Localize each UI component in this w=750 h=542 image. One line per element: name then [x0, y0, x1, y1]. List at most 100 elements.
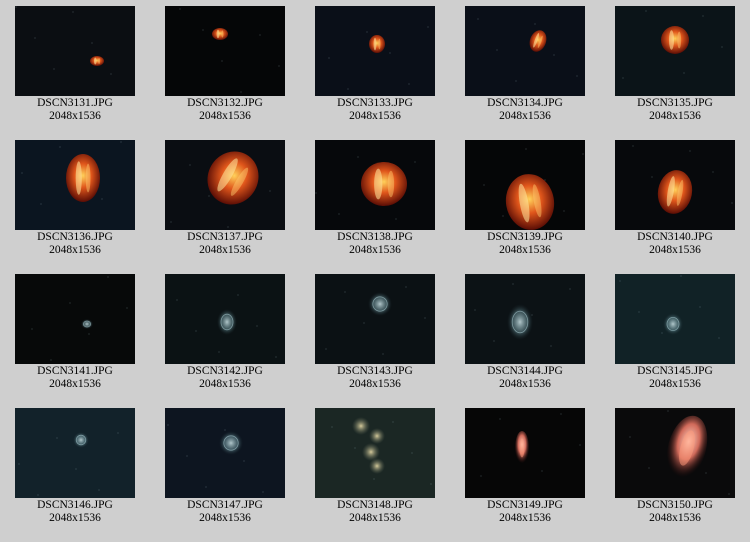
thumbnail-caption: DSCN3134.JPG 2048x1536	[450, 97, 600, 123]
thumbnail-caption: DSCN3135.JPG 2048x1536	[600, 97, 750, 123]
photo-thumbnail	[15, 274, 135, 364]
thumbnail-image-link[interactable]	[315, 274, 435, 364]
thumbnail-filename: DSCN3138.JPG	[337, 231, 413, 243]
photo-thumbnail	[615, 140, 735, 230]
photo-thumbnail	[165, 140, 285, 230]
thumbnail-item: DSCN3137.JPG 2048x1536	[150, 134, 300, 268]
thumbnail-image-link[interactable]	[165, 140, 285, 230]
thumbnail-filename: DSCN3139.JPG	[487, 231, 563, 243]
thumbnail-item: DSCN3138.JPG 2048x1536	[300, 134, 450, 268]
thumbnail-dimensions: 2048x1536	[349, 378, 401, 390]
thumbnail-gallery: DSCN3131.JPG 2048x1536 DSCN3132.JPG 2048x1…	[0, 0, 750, 542]
thumbnail-dimensions: 2048x1536	[649, 512, 701, 524]
thumbnail-filename: DSCN3132.JPG	[187, 97, 263, 109]
thumbnail-caption: DSCN3150.JPG 2048x1536	[600, 499, 750, 525]
thumbnail-image-link[interactable]	[615, 140, 735, 230]
thumbnail-item: DSCN3133.JPG 2048x1536	[300, 0, 450, 134]
thumbnail-image-link[interactable]	[15, 408, 135, 498]
thumbnail-image-link[interactable]	[165, 6, 285, 96]
thumbnail-item: DSCN3148.JPG 2048x1536	[300, 402, 450, 536]
thumbnail-caption: DSCN3148.JPG 2048x1536	[300, 499, 450, 525]
photo-thumbnail	[165, 6, 285, 96]
thumbnail-item: DSCN3140.JPG 2048x1536	[600, 134, 750, 268]
photo-thumbnail	[315, 6, 435, 96]
thumbnail-filename: DSCN3147.JPG	[187, 499, 263, 511]
thumbnail-caption: DSCN3138.JPG 2048x1536	[300, 231, 450, 257]
thumbnail-dimensions: 2048x1536	[49, 244, 101, 256]
thumbnail-caption: DSCN3140.JPG 2048x1536	[600, 231, 750, 257]
photo-thumbnail	[165, 274, 285, 364]
thumbnail-item: DSCN3136.JPG 2048x1536	[0, 134, 150, 268]
photo-thumbnail	[615, 6, 735, 96]
thumbnail-dimensions: 2048x1536	[349, 512, 401, 524]
photo-thumbnail	[15, 140, 135, 230]
thumbnail-caption: DSCN3142.JPG 2048x1536	[150, 365, 300, 391]
photo-thumbnail	[465, 140, 585, 230]
thumbnail-filename: DSCN3135.JPG	[637, 97, 713, 109]
thumbnail-dimensions: 2048x1536	[649, 110, 701, 122]
photo-thumbnail	[15, 6, 135, 96]
thumbnail-image-link[interactable]	[315, 140, 435, 230]
thumbnail-dimensions: 2048x1536	[649, 244, 701, 256]
thumbnail-caption: DSCN3147.JPG 2048x1536	[150, 499, 300, 525]
thumbnail-image-link[interactable]	[615, 6, 735, 96]
thumbnail-dimensions: 2048x1536	[499, 110, 551, 122]
thumbnail-item: DSCN3150.JPG 2048x1536	[600, 402, 750, 536]
thumbnail-caption: DSCN3143.JPG 2048x1536	[300, 365, 450, 391]
thumbnail-filename: DSCN3145.JPG	[637, 365, 713, 377]
thumbnail-dimensions: 2048x1536	[49, 512, 101, 524]
thumbnail-image-link[interactable]	[315, 6, 435, 96]
thumbnail-image-link[interactable]	[165, 274, 285, 364]
thumbnail-image-link[interactable]	[15, 6, 135, 96]
thumbnail-filename: DSCN3142.JPG	[187, 365, 263, 377]
thumbnail-item: DSCN3142.JPG 2048x1536	[150, 268, 300, 402]
thumbnail-filename: DSCN3134.JPG	[487, 97, 563, 109]
photo-thumbnail	[165, 408, 285, 498]
thumbnail-image-link[interactable]	[465, 140, 585, 230]
thumbnail-dimensions: 2048x1536	[349, 110, 401, 122]
thumbnail-filename: DSCN3143.JPG	[337, 365, 413, 377]
thumbnail-item: DSCN3135.JPG 2048x1536	[600, 0, 750, 134]
thumbnail-filename: DSCN3131.JPG	[37, 97, 113, 109]
photo-thumbnail	[465, 408, 585, 498]
thumbnail-filename: DSCN3144.JPG	[487, 365, 563, 377]
thumbnail-dimensions: 2048x1536	[499, 378, 551, 390]
thumbnail-filename: DSCN3140.JPG	[637, 231, 713, 243]
photo-thumbnail	[465, 274, 585, 364]
thumbnail-caption: DSCN3139.JPG 2048x1536	[450, 231, 600, 257]
thumbnail-filename: DSCN3137.JPG	[187, 231, 263, 243]
thumbnail-filename: DSCN3146.JPG	[37, 499, 113, 511]
thumbnail-filename: DSCN3150.JPG	[637, 499, 713, 511]
thumbnail-image-link[interactable]	[465, 274, 585, 364]
photo-thumbnail	[315, 140, 435, 230]
photo-thumbnail	[465, 6, 585, 96]
thumbnail-filename: DSCN3149.JPG	[487, 499, 563, 511]
thumbnail-item: DSCN3147.JPG 2048x1536	[150, 402, 300, 536]
thumbnail-item: DSCN3146.JPG 2048x1536	[0, 402, 150, 536]
thumbnail-image-link[interactable]	[465, 408, 585, 498]
thumbnail-image-link[interactable]	[615, 274, 735, 364]
thumbnail-caption: DSCN3131.JPG 2048x1536	[0, 97, 150, 123]
thumbnail-item: DSCN3134.JPG 2048x1536	[450, 0, 600, 134]
thumbnail-image-link[interactable]	[315, 408, 435, 498]
thumbnail-item: DSCN3145.JPG 2048x1536	[600, 268, 750, 402]
photo-thumbnail	[615, 274, 735, 364]
thumbnail-caption: DSCN3137.JPG 2048x1536	[150, 231, 300, 257]
thumbnail-dimensions: 2048x1536	[499, 244, 551, 256]
thumbnail-image-link[interactable]	[615, 408, 735, 498]
thumbnail-filename: DSCN3136.JPG	[37, 231, 113, 243]
thumbnail-caption: DSCN3136.JPG 2048x1536	[0, 231, 150, 257]
thumbnail-image-link[interactable]	[465, 6, 585, 96]
thumbnail-caption: DSCN3141.JPG 2048x1536	[0, 365, 150, 391]
thumbnail-image-link[interactable]	[165, 408, 285, 498]
thumbnail-caption: DSCN3133.JPG 2048x1536	[300, 97, 450, 123]
thumbnail-dimensions: 2048x1536	[199, 512, 251, 524]
thumbnail-image-link[interactable]	[15, 274, 135, 364]
thumbnail-dimensions: 2048x1536	[199, 378, 251, 390]
thumbnail-dimensions: 2048x1536	[199, 244, 251, 256]
thumbnail-item: DSCN3143.JPG 2048x1536	[300, 268, 450, 402]
thumbnail-item: DSCN3149.JPG 2048x1536	[450, 402, 600, 536]
thumbnail-item: DSCN3139.JPG 2048x1536	[450, 134, 600, 268]
thumbnail-image-link[interactable]	[15, 140, 135, 230]
thumbnail-filename: DSCN3148.JPG	[337, 499, 413, 511]
